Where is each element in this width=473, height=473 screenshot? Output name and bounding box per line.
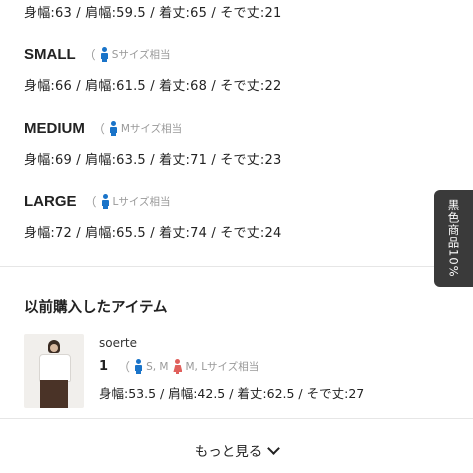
section-divider	[0, 266, 473, 267]
paren: （	[84, 195, 97, 209]
size-hint-label: Sサイズ相当	[111, 49, 171, 61]
item-size-row: 1 （ S, M M, Lサイズ相当	[99, 358, 259, 375]
size-hint: （ Sサイズ相当	[84, 46, 171, 63]
paren: （	[83, 48, 96, 62]
size-measure-medium: 身幅:69 / 肩幅:63.5 / 着丈:71 / そで丈:23	[24, 153, 282, 168]
side-promo-tab[interactable]: 黒色商品10%	[434, 190, 473, 287]
item-thumbnail[interactable]	[24, 334, 84, 408]
item-size-hint: （ S, M M, Lサイズ相当	[118, 358, 259, 375]
size-measure-large: 身幅:72 / 肩幅:65.5 / 着丈:74 / そで丈:24	[24, 226, 282, 241]
chevron-down-icon	[267, 442, 281, 455]
item-count: 1	[99, 359, 109, 374]
male-person-icon	[109, 121, 118, 136]
male-person-icon	[101, 194, 110, 209]
list-divider	[0, 418, 473, 419]
item-size-b: M, Lサイズ相当	[185, 361, 260, 373]
size-title-medium: MEDIUM （ Mサイズ相当	[24, 120, 182, 137]
side-tab-label: 黒色商品10%	[446, 199, 461, 278]
more-button[interactable]: もっと見る	[0, 440, 473, 460]
size-hint: （ Lサイズ相当	[85, 193, 171, 210]
size-hint-label: Lサイズ相当	[112, 196, 171, 208]
purchased-section-title: 以前購入したアイテム	[24, 300, 168, 316]
size-measure-small: 身幅:66 / 肩幅:61.5 / 着丈:68 / そで丈:22	[24, 79, 282, 94]
item-brand[interactable]: soerte	[99, 336, 137, 350]
size-title-large: LARGE （ Lサイズ相当	[24, 193, 171, 210]
paren: （	[92, 122, 105, 136]
item-measure: 身幅:53.5 / 肩幅:42.5 / 着丈:62.5 / そで丈:27	[99, 386, 365, 401]
size-name: MEDIUM	[24, 120, 85, 137]
size-name: SMALL	[24, 46, 76, 63]
size-hint: （ Mサイズ相当	[93, 120, 182, 137]
male-person-icon	[100, 47, 109, 62]
size-title-small: SMALL （ Sサイズ相当	[24, 46, 171, 63]
item-size-a: S, M	[146, 360, 169, 373]
size-hint-label: Mサイズ相当	[120, 123, 183, 135]
female-person-icon	[173, 359, 183, 374]
size-measure-top: 身幅:63 / 肩幅:59.5 / 着丈:65 / そで丈:21	[24, 6, 282, 21]
more-label: もっと見る	[194, 444, 263, 460]
size-name: LARGE	[24, 193, 77, 210]
male-person-icon	[134, 359, 143, 374]
paren: （	[118, 360, 131, 374]
